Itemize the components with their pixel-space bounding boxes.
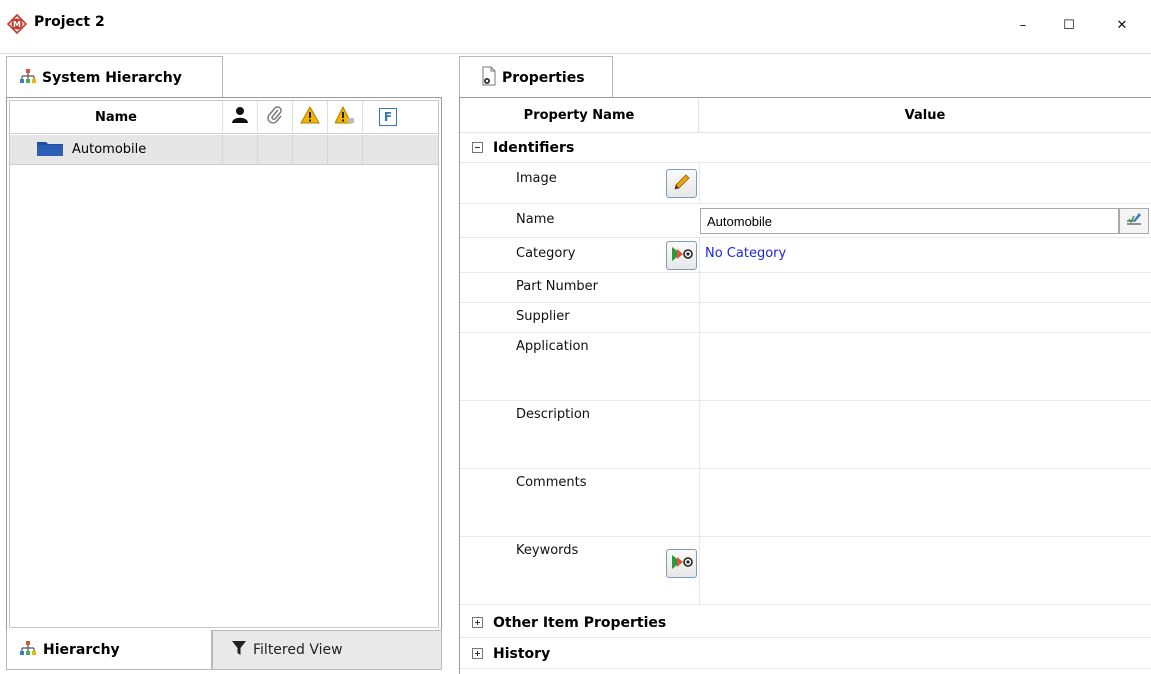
- tab-label: System Hierarchy: [42, 69, 182, 86]
- column-divider: [699, 537, 700, 604]
- properties-panel: Property Name Value Identifiers Image Na…: [459, 97, 1151, 674]
- column-divider: [699, 469, 700, 536]
- row-cell: [293, 135, 328, 164]
- prop-label: Part Number: [516, 279, 599, 294]
- row-cell: [328, 135, 363, 164]
- attachment-column-header[interactable]: [258, 101, 293, 133]
- row-name-label: Automobile: [72, 142, 147, 157]
- prop-label: Name: [516, 212, 555, 227]
- expand-icon[interactable]: [472, 648, 483, 659]
- window-title: Project 2: [34, 14, 105, 30]
- person-column-header[interactable]: [223, 101, 258, 133]
- title-bar: M Project 2 – ☐ ✕: [0, 0, 1151, 54]
- svg-text:M: M: [13, 20, 21, 29]
- column-divider: [699, 333, 700, 400]
- prop-label: Image: [516, 171, 557, 186]
- prop-row-application[interactable]: Application: [460, 333, 1151, 401]
- section-label: History: [493, 645, 551, 662]
- column-divider: [699, 163, 700, 203]
- prop-row-name: Name Automobile: [460, 204, 1151, 238]
- prop-row-category: Category No Category: [460, 238, 1151, 273]
- column-divider: [699, 303, 700, 332]
- section-label: Identifiers: [493, 139, 575, 156]
- name-field[interactable]: Automobile: [700, 208, 1119, 234]
- properties-page-icon: [480, 66, 498, 90]
- prop-row-keywords: Keywords: [460, 537, 1151, 605]
- column-divider: [699, 238, 700, 272]
- hierarchy-icon: [19, 68, 37, 88]
- category-link[interactable]: No Category: [705, 246, 786, 261]
- row-name-cell[interactable]: Automobile: [10, 135, 223, 164]
- close-icon: ✕: [1116, 17, 1128, 33]
- prop-row-description[interactable]: Description: [460, 401, 1151, 469]
- minimize-icon: –: [1019, 17, 1027, 33]
- filter-funnel-icon: [231, 640, 247, 660]
- warning-small-icon: [334, 105, 355, 128]
- tab-label: Hierarchy: [43, 641, 120, 658]
- select-category-button[interactable]: [666, 241, 697, 270]
- category-picker-icon: [671, 246, 693, 266]
- section-label: Other Item Properties: [493, 614, 667, 631]
- inherited-warning-column-header[interactable]: [328, 101, 363, 133]
- prop-row-supplier[interactable]: Supplier: [460, 303, 1151, 333]
- value-header[interactable]: Value: [699, 98, 1151, 132]
- edit-image-button[interactable]: [666, 169, 697, 198]
- tab-system-hierarchy[interactable]: System Hierarchy: [6, 56, 223, 98]
- tab-filtered-view[interactable]: Filtered View: [212, 630, 442, 670]
- warning-icon: [300, 105, 320, 128]
- section-history[interactable]: History: [460, 639, 1151, 669]
- select-keywords-button[interactable]: [666, 549, 697, 578]
- row-cell: [223, 135, 258, 164]
- prop-label: Comments: [516, 475, 587, 490]
- name-edit-button[interactable]: [1119, 208, 1149, 234]
- f-flag-icon: F: [379, 108, 397, 126]
- column-divider: [699, 273, 700, 302]
- prop-label: Keywords: [516, 543, 579, 558]
- name-column-header[interactable]: Name: [10, 101, 223, 133]
- grid-header: Name F: [10, 101, 438, 134]
- filter-column-header[interactable]: F: [363, 101, 413, 133]
- keyword-picker-icon: [671, 554, 693, 574]
- maximize-icon: ☐: [1063, 17, 1075, 33]
- prop-row-image: Image: [460, 163, 1151, 204]
- properties-header: Property Name Value: [460, 98, 1151, 133]
- section-identifiers[interactable]: Identifiers: [460, 133, 1151, 163]
- edit-text-icon: [1125, 210, 1143, 232]
- table-row[interactable]: Automobile: [10, 135, 438, 165]
- section-other-item-properties[interactable]: Other Item Properties: [460, 608, 1151, 638]
- hierarchy-icon: [19, 640, 37, 660]
- row-cell: [258, 135, 293, 164]
- tab-label: Properties: [502, 69, 585, 86]
- tab-label: Filtered View: [253, 642, 343, 658]
- folder-icon: [36, 139, 64, 161]
- bottom-tab-strip: Hierarchy Filtered View: [6, 630, 442, 670]
- column-divider: [699, 401, 700, 468]
- prop-label: Description: [516, 407, 591, 422]
- collapse-icon[interactable]: [472, 142, 483, 153]
- person-icon: [231, 106, 249, 128]
- tab-hierarchy[interactable]: Hierarchy: [6, 630, 212, 670]
- prop-label: Application: [516, 339, 589, 354]
- expand-icon[interactable]: [472, 617, 483, 628]
- minimize-button[interactable]: –: [1000, 10, 1046, 40]
- prop-row-comments[interactable]: Comments: [460, 469, 1151, 537]
- prop-label: Supplier: [516, 309, 570, 324]
- tab-properties[interactable]: Properties: [459, 56, 613, 98]
- pencil-icon: [672, 172, 692, 196]
- maximize-button[interactable]: ☐: [1046, 10, 1092, 40]
- hierarchy-panel: Name F Automobile: [6, 97, 442, 631]
- prop-row-part-number[interactable]: Part Number: [460, 273, 1151, 303]
- app-logo-icon: M: [6, 13, 28, 35]
- property-name-header[interactable]: Property Name: [460, 98, 699, 132]
- close-button[interactable]: ✕: [1099, 10, 1145, 40]
- paperclip-icon: [266, 106, 284, 128]
- warning-column-header[interactable]: [293, 101, 328, 133]
- prop-label: Category: [516, 246, 576, 261]
